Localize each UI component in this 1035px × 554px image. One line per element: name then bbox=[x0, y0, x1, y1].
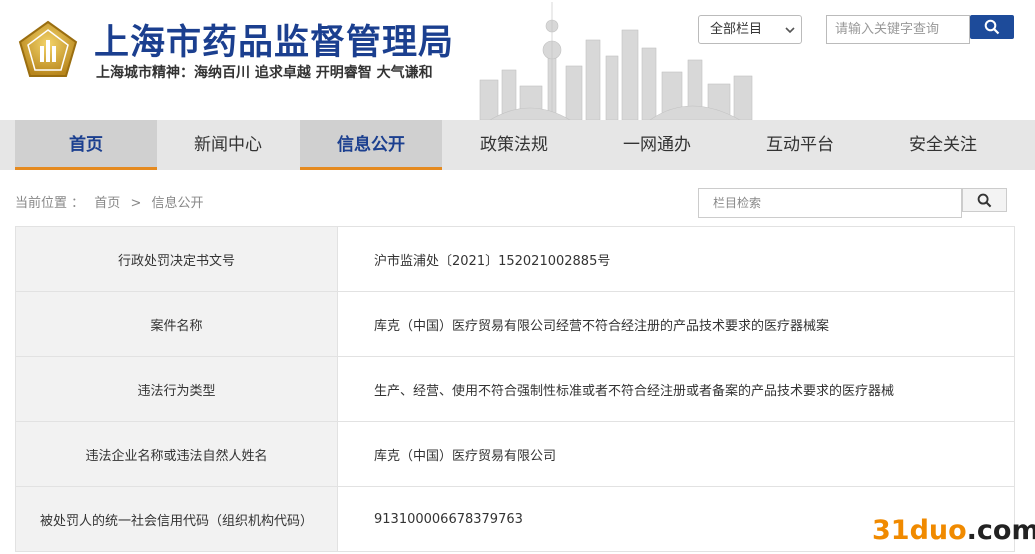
nav-item-policies[interactable]: 政策法规 bbox=[443, 120, 585, 170]
penalty-detail-table: 行政处罚决定书文号 沪市监浦处〔2021〕152021002885号 案件名称 … bbox=[15, 226, 1015, 552]
breadcrumb-home-link[interactable]: 首页 bbox=[94, 196, 120, 211]
row-label: 案件名称 bbox=[15, 291, 338, 357]
nav-item-info-disclosure[interactable]: 信息公开 bbox=[300, 120, 442, 170]
row-value: 沪市监浦处〔2021〕152021002885号 bbox=[337, 226, 1015, 292]
search-scope-value: 全部栏目 bbox=[710, 22, 763, 37]
breadcrumb-separator: > bbox=[130, 196, 142, 211]
chevron-down-icon bbox=[785, 27, 795, 34]
site-search-input[interactable]: 请输入关键字查询 bbox=[826, 15, 970, 44]
site-watermark: 31duo.com bbox=[872, 515, 1035, 546]
site-title[interactable]: 上海市药品监督管理局 bbox=[94, 14, 454, 65]
search-icon bbox=[977, 193, 992, 208]
row-label: 被处罚人的统一社会信用代码（组织机构代码） bbox=[15, 486, 338, 552]
row-value: 生产、经营、使用不符合强制性标准或者不符合经注册或者备案的产品技术要求的医疗器械 bbox=[337, 356, 1015, 422]
column-search-button[interactable] bbox=[962, 188, 1007, 212]
table-row: 违法企业名称或违法自然人姓名 库克（中国）医疗贸易有限公司 bbox=[15, 421, 1015, 487]
table-row: 案件名称 库克（中国）医疗贸易有限公司经营不符合经注册的产品技术要求的医疗器械案 bbox=[15, 291, 1015, 357]
site-header: 上海市药品监督管理局 上海城市精神：海纳百川 追求卓越 开明睿智 大气谦和 全部… bbox=[0, 0, 1035, 120]
row-value: 库克（中国）医疗贸易有限公司经营不符合经注册的产品技术要求的医疗器械案 bbox=[337, 291, 1015, 357]
shmpa-logo-icon[interactable] bbox=[16, 20, 80, 82]
nav-item-home[interactable]: 首页 bbox=[15, 120, 157, 170]
search-icon bbox=[984, 19, 1000, 35]
breadcrumb: 当前位置 ： 首页 > 信息公开 bbox=[15, 192, 210, 211]
main-nav: 首页 新闻中心 信息公开 政策法规 一网通办 互动平台 安全关注 bbox=[0, 120, 1035, 170]
breadcrumb-prefix: 当前位置 ： bbox=[15, 196, 85, 211]
nav-item-one-stop[interactable]: 一网通办 bbox=[586, 120, 728, 170]
row-label: 违法企业名称或违法自然人姓名 bbox=[15, 421, 338, 487]
nav-item-news[interactable]: 新闻中心 bbox=[157, 120, 299, 170]
row-label: 行政处罚决定书文号 bbox=[15, 226, 338, 292]
column-search-input[interactable]: 栏目检索 bbox=[698, 188, 962, 218]
watermark-domain: .com bbox=[966, 515, 1035, 546]
watermark-number: 31duo bbox=[872, 515, 967, 546]
nav-item-safety[interactable]: 安全关注 bbox=[872, 120, 1014, 170]
row-value: 库克（中国）医疗贸易有限公司 bbox=[337, 421, 1015, 487]
table-row: 行政处罚决定书文号 沪市监浦处〔2021〕152021002885号 bbox=[15, 226, 1015, 292]
row-label: 违法行为类型 bbox=[15, 356, 338, 422]
nav-item-interaction[interactable]: 互动平台 bbox=[729, 120, 871, 170]
breadcrumb-current[interactable]: 信息公开 bbox=[151, 196, 203, 211]
search-scope-select[interactable]: 全部栏目 bbox=[698, 15, 802, 44]
table-row: 被处罚人的统一社会信用代码（组织机构代码） 913100006678379763 bbox=[15, 486, 1015, 552]
site-search-button[interactable] bbox=[970, 15, 1014, 39]
table-row: 违法行为类型 生产、经营、使用不符合强制性标准或者不符合经注册或者备案的产品技术… bbox=[15, 356, 1015, 422]
city-slogan: 上海城市精神：海纳百川 追求卓越 开明睿智 大气谦和 bbox=[96, 65, 433, 81]
